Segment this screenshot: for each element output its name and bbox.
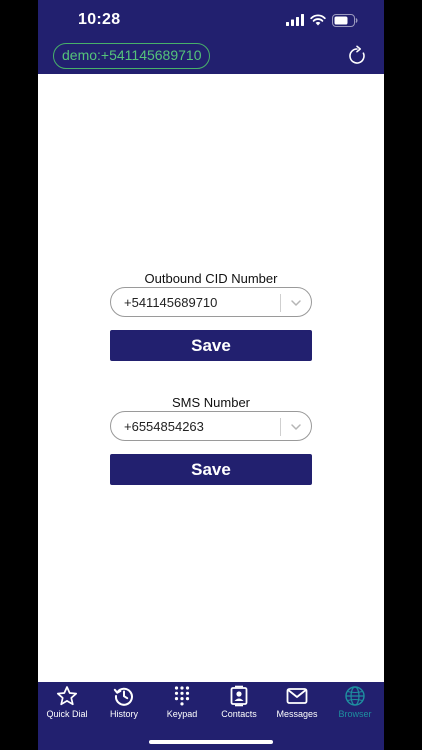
star-icon <box>56 686 78 706</box>
outbound-cid-value: +541145689710 <box>124 295 218 310</box>
envelope-icon <box>286 688 308 704</box>
status-time: 10:28 <box>78 11 121 28</box>
select-separator <box>280 418 281 436</box>
globe-icon <box>345 686 365 706</box>
save-outbound-cid-button[interactable]: Save <box>110 330 312 361</box>
sms-number-label: SMS Number <box>171 395 251 410</box>
tab-label: Contacts <box>221 709 257 719</box>
tab-label: Keypad <box>166 709 198 719</box>
account-badge[interactable]: demo:+541145689710 <box>53 43 211 69</box>
keypad-icon <box>174 686 190 706</box>
tab-quick-dial[interactable]: Quick Dial <box>38 682 96 728</box>
tab-browser[interactable]: Browser <box>326 682 384 728</box>
select-separator <box>280 294 281 312</box>
status-icons <box>286 13 358 27</box>
contacts-icon <box>230 685 248 707</box>
tab-label: Messages <box>276 709 318 719</box>
outbound-cid-select[interactable]: +541145689710 <box>110 287 312 317</box>
history-icon <box>113 687 133 706</box>
signal-icon <box>286 14 304 26</box>
status-bar: 10:28 <box>38 0 384 40</box>
top-bar: 10:28 demo:+541145689710 <box>38 0 384 74</box>
battery-icon <box>332 13 358 27</box>
home-indicator[interactable] <box>149 740 273 744</box>
tab-label: Quick Dial <box>46 709 88 719</box>
outbound-cid-label: Outbound CID Number <box>144 271 278 286</box>
wifi-icon <box>310 14 326 26</box>
app-screen: 10:28 demo:+541145689710 Outbound CID Nu… <box>38 0 384 750</box>
tab-label: Browser <box>338 709 372 719</box>
sms-number-select[interactable]: +6554854263 <box>110 411 312 441</box>
tab-contacts[interactable]: Contacts <box>210 682 268 728</box>
chevron-down-icon <box>291 424 301 430</box>
tab-messages[interactable]: Messages <box>268 682 326 728</box>
sms-number-value: +6554854263 <box>124 419 204 434</box>
settings-content: Outbound CID Number +541145689710 Save S… <box>38 74 384 682</box>
chevron-down-icon <box>291 300 301 306</box>
refresh-icon[interactable] <box>346 45 368 67</box>
save-sms-number-button[interactable]: Save <box>110 454 312 485</box>
tab-keypad[interactable]: Keypad <box>153 682 211 728</box>
tab-label: History <box>109 709 138 719</box>
tab-history[interactable]: History <box>95 682 153 728</box>
